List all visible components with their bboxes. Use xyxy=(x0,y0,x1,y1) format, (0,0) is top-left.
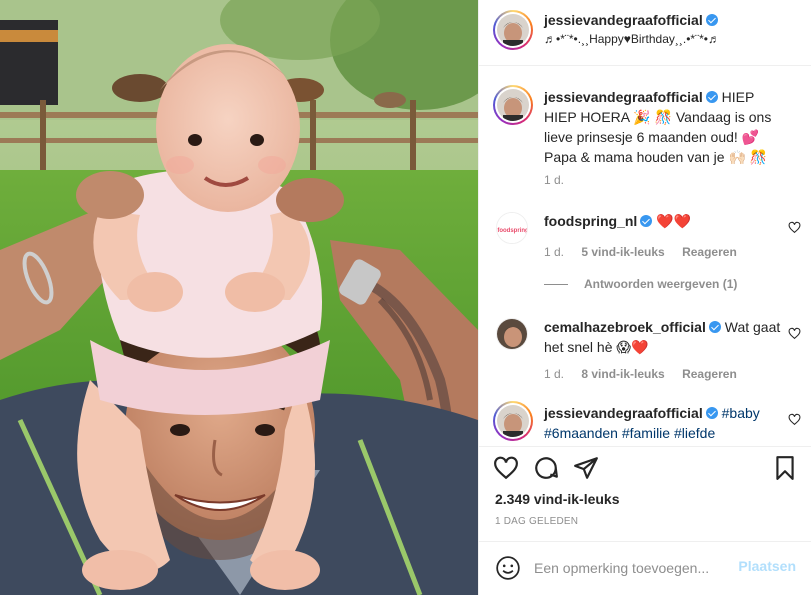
share-send-icon[interactable] xyxy=(573,455,599,481)
comment-body: foodspring_nl ❤️❤️ xyxy=(544,211,784,231)
caption-meta: 1 d. xyxy=(544,173,578,187)
author-username-text: jessievandegraafofficial xyxy=(544,12,703,28)
comment-likes[interactable]: 5 vind-ik-leuks xyxy=(581,245,664,259)
post-photo[interactable] xyxy=(0,0,478,595)
comment-body: cemalhazebroek_official Wat gaat het sne… xyxy=(544,317,784,357)
comment-item: foodspring foodspring_nl ❤️❤️ 1 d. 5 vin… xyxy=(479,209,811,269)
post-location[interactable]: ♬•*¨*•.¸¸Happy♥Birthday¸¸.•*¨*•♬ xyxy=(544,32,720,46)
svg-text:foodspring: foodspring xyxy=(497,228,528,234)
instagram-post: jessievandegraafofficial ♬•*¨*•.¸¸Happy♥… xyxy=(0,0,811,595)
comment-avatar[interactable] xyxy=(493,401,533,441)
comment-bubble-icon[interactable] xyxy=(533,455,559,481)
post-comment-button[interactable]: Plaatsen xyxy=(738,558,796,574)
comment-meta: 1 d. 8 vind-ik-leuks Reageren xyxy=(544,367,751,381)
like-count[interactable]: 2.349 vind-ik-leuks xyxy=(495,491,620,507)
add-comment-bar: Plaatsen xyxy=(479,541,811,595)
verified-badge-icon xyxy=(708,321,721,333)
comment-text: ❤️❤️ xyxy=(656,213,692,229)
comment-time[interactable]: 1 d. xyxy=(544,367,564,381)
comment-username-text: cemalhazebroek_official xyxy=(544,319,706,335)
comment-avatar[interactable]: foodspring xyxy=(496,212,528,244)
author-avatar-image xyxy=(497,14,529,46)
caption-comment: jessievandegraafofficial HIEP HIEP HOERA… xyxy=(479,85,811,205)
caption-avatar-image xyxy=(497,89,529,121)
view-replies-text: Antwoorden weergeven (1) xyxy=(584,277,738,291)
comment-input[interactable] xyxy=(534,558,734,578)
comment-item: jessievandegraafofficial #baby #6maanden… xyxy=(479,401,811,445)
author-username[interactable]: jessievandegraafofficial xyxy=(544,12,718,28)
comment-reply-button[interactable]: Reageren xyxy=(682,367,737,381)
comment-time[interactable]: 1 d. xyxy=(544,245,564,259)
caption-body: jessievandegraafofficial HIEP HIEP HOERA… xyxy=(544,87,784,167)
comment-username[interactable]: foodspring_nl xyxy=(544,213,653,229)
post-photo-illustration xyxy=(0,0,478,595)
comment-avatar[interactable] xyxy=(496,318,528,350)
caption-username-text: jessievandegraafofficial xyxy=(544,89,703,105)
comment-username[interactable]: cemalhazebroek_official xyxy=(544,319,721,335)
comment-username[interactable]: jessievandegraafofficial xyxy=(544,405,718,421)
comment-username-text: jessievandegraafofficial xyxy=(544,405,703,421)
like-comment-heart-icon[interactable] xyxy=(788,221,801,234)
view-replies-button[interactable]: Antwoorden weergeven (1) xyxy=(544,277,737,291)
post-actions: 2.349 vind-ik-leuks 1 DAG GELEDEN xyxy=(479,446,811,541)
save-bookmark-icon[interactable] xyxy=(772,455,798,481)
verified-badge-icon xyxy=(640,215,653,227)
verified-badge-icon xyxy=(705,407,718,419)
comment-username-text: foodspring_nl xyxy=(544,213,638,229)
post-date[interactable]: 1 DAG GELEDEN xyxy=(495,516,578,527)
post-sidebar: jessievandegraafofficial ♬•*¨*•.¸¸Happy♥… xyxy=(478,0,811,595)
caption-time[interactable]: 1 d. xyxy=(544,173,564,187)
comments-list[interactable]: jessievandegraafofficial HIEP HIEP HOERA… xyxy=(479,67,811,445)
comment-likes[interactable]: 8 vind-ik-leuks xyxy=(581,367,664,381)
replies-line xyxy=(544,284,568,286)
emoji-smiley-icon[interactable] xyxy=(495,555,521,581)
caption-username[interactable]: jessievandegraafofficial xyxy=(544,89,718,105)
comment-avatar-image xyxy=(497,405,529,437)
verified-badge-icon xyxy=(705,91,718,103)
comment-reply-button[interactable]: Reageren xyxy=(682,245,737,259)
post-header: jessievandegraafofficial ♬•*¨*•.¸¸Happy♥… xyxy=(479,0,811,66)
like-comment-heart-icon[interactable] xyxy=(788,327,801,340)
comment-body: jessievandegraafofficial #baby #6maanden… xyxy=(544,403,784,443)
like-comment-heart-icon[interactable] xyxy=(788,413,801,426)
caption-avatar[interactable] xyxy=(493,85,533,125)
comment-item: cemalhazebroek_official Wat gaat het sne… xyxy=(479,315,811,385)
like-heart-icon[interactable] xyxy=(493,455,519,481)
author-avatar[interactable] xyxy=(493,10,533,50)
verified-badge-icon xyxy=(705,14,718,26)
comment-meta: 1 d. 5 vind-ik-leuks Reageren xyxy=(544,245,751,259)
